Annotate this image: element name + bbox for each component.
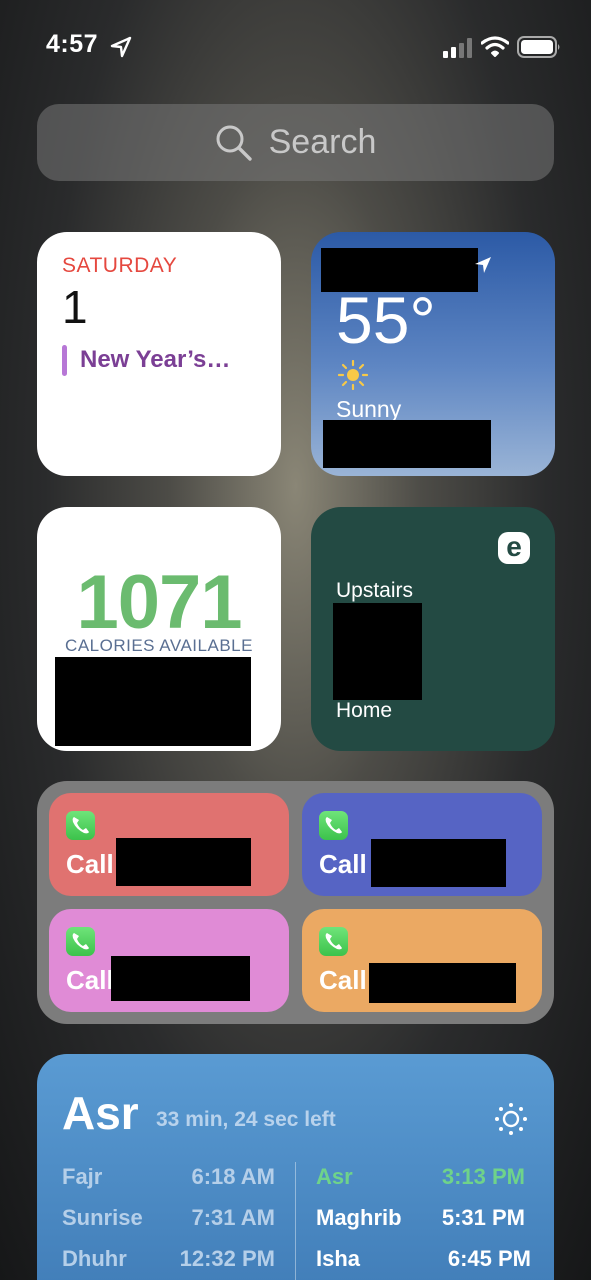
redacted-contact bbox=[369, 963, 516, 1003]
prayer-name-fajr: Fajr bbox=[62, 1164, 103, 1189]
event-color-bar bbox=[62, 345, 67, 376]
redacted-temperature bbox=[333, 603, 422, 700]
redacted-hi-lo bbox=[323, 420, 491, 468]
prayer-name-isha: Isha bbox=[316, 1246, 361, 1271]
calendar-date: 1 bbox=[62, 281, 88, 333]
sun-settings-icon[interactable] bbox=[494, 1102, 528, 1136]
search-placeholder: Search bbox=[268, 123, 377, 161]
shortcuts-widget: Call Call Call Call bbox=[37, 781, 554, 1024]
redacted-contact bbox=[116, 838, 251, 886]
call-shortcut-1[interactable]: Call bbox=[49, 793, 289, 896]
calendar-event: New Year’s… bbox=[80, 346, 231, 373]
thermostat-mode-label: Home bbox=[336, 699, 393, 722]
call-shortcut-4[interactable]: Call bbox=[302, 909, 542, 1012]
prayer-time-maghrib: 5:31 PM bbox=[441, 1205, 525, 1230]
location-arrow-icon bbox=[475, 257, 491, 273]
call-shortcut-2[interactable]: Call bbox=[302, 793, 542, 896]
calories-value: 1071 bbox=[76, 560, 242, 645]
location-arrow-icon bbox=[110, 36, 132, 58]
search-icon bbox=[216, 125, 252, 161]
prayer-times-widget[interactable]: Asr 33 min, 24 sec left Fajr 6:18 AM Sun… bbox=[37, 1054, 554, 1280]
prayer-time-fajr: 6:18 AM bbox=[191, 1164, 275, 1189]
status-time: 4:57 bbox=[46, 30, 99, 58]
sun-icon bbox=[338, 360, 368, 390]
wifi-icon bbox=[481, 36, 509, 57]
calendar-widget[interactable]: SATURDAY 1 New Year’s… bbox=[37, 232, 281, 476]
call-shortcut-3[interactable]: Call bbox=[49, 909, 289, 1012]
phone-icon bbox=[319, 811, 348, 840]
thermostat-widget[interactable]: e Upstairs Home bbox=[311, 507, 555, 751]
prayer-name-dhuhr: Dhuhr bbox=[62, 1246, 127, 1271]
ecobee-logo-icon: e bbox=[498, 532, 530, 564]
call-label: Call bbox=[319, 965, 367, 995]
prayer-name-sunrise: Sunrise bbox=[62, 1205, 143, 1230]
prayer-time-dhuhr: 12:32 PM bbox=[179, 1246, 275, 1271]
time-left: 33 min, 24 sec left bbox=[156, 1108, 336, 1131]
prayer-time-sunrise: 7:31 AM bbox=[191, 1205, 275, 1230]
column-divider bbox=[295, 1162, 296, 1280]
calendar-day: SATURDAY bbox=[62, 254, 178, 277]
call-label: Call bbox=[66, 965, 114, 995]
current-prayer: Asr bbox=[62, 1087, 139, 1139]
prayer-time-isha: 6:45 PM bbox=[447, 1246, 531, 1271]
calories-label: CALORIES AVAILABLE bbox=[65, 636, 253, 655]
cellular-signal-icon bbox=[443, 38, 472, 58]
prayer-name-maghrib: Maghrib bbox=[316, 1205, 402, 1230]
phone-icon bbox=[66, 927, 95, 956]
thermostat-zone-label: Upstairs bbox=[336, 579, 414, 602]
phone-icon bbox=[319, 927, 348, 956]
weather-widget[interactable]: 55° Sunny bbox=[311, 232, 555, 476]
phone-icon bbox=[66, 811, 95, 840]
redacted-contact bbox=[371, 839, 506, 887]
prayer-name-asr: Asr bbox=[316, 1164, 353, 1189]
weather-temperature: 55° bbox=[336, 283, 436, 357]
battery-icon bbox=[517, 36, 560, 58]
calories-widget[interactable]: 1071 CALORIES AVAILABLE bbox=[37, 507, 281, 751]
redacted-details bbox=[55, 657, 251, 746]
prayer-time-asr: 3:13 PM bbox=[441, 1164, 525, 1189]
call-label: Call bbox=[319, 849, 367, 879]
redacted-contact bbox=[111, 956, 250, 1001]
search-bar[interactable]: Search bbox=[37, 104, 554, 181]
weather-condition: Sunny bbox=[336, 396, 402, 422]
call-label: Call bbox=[66, 849, 114, 879]
